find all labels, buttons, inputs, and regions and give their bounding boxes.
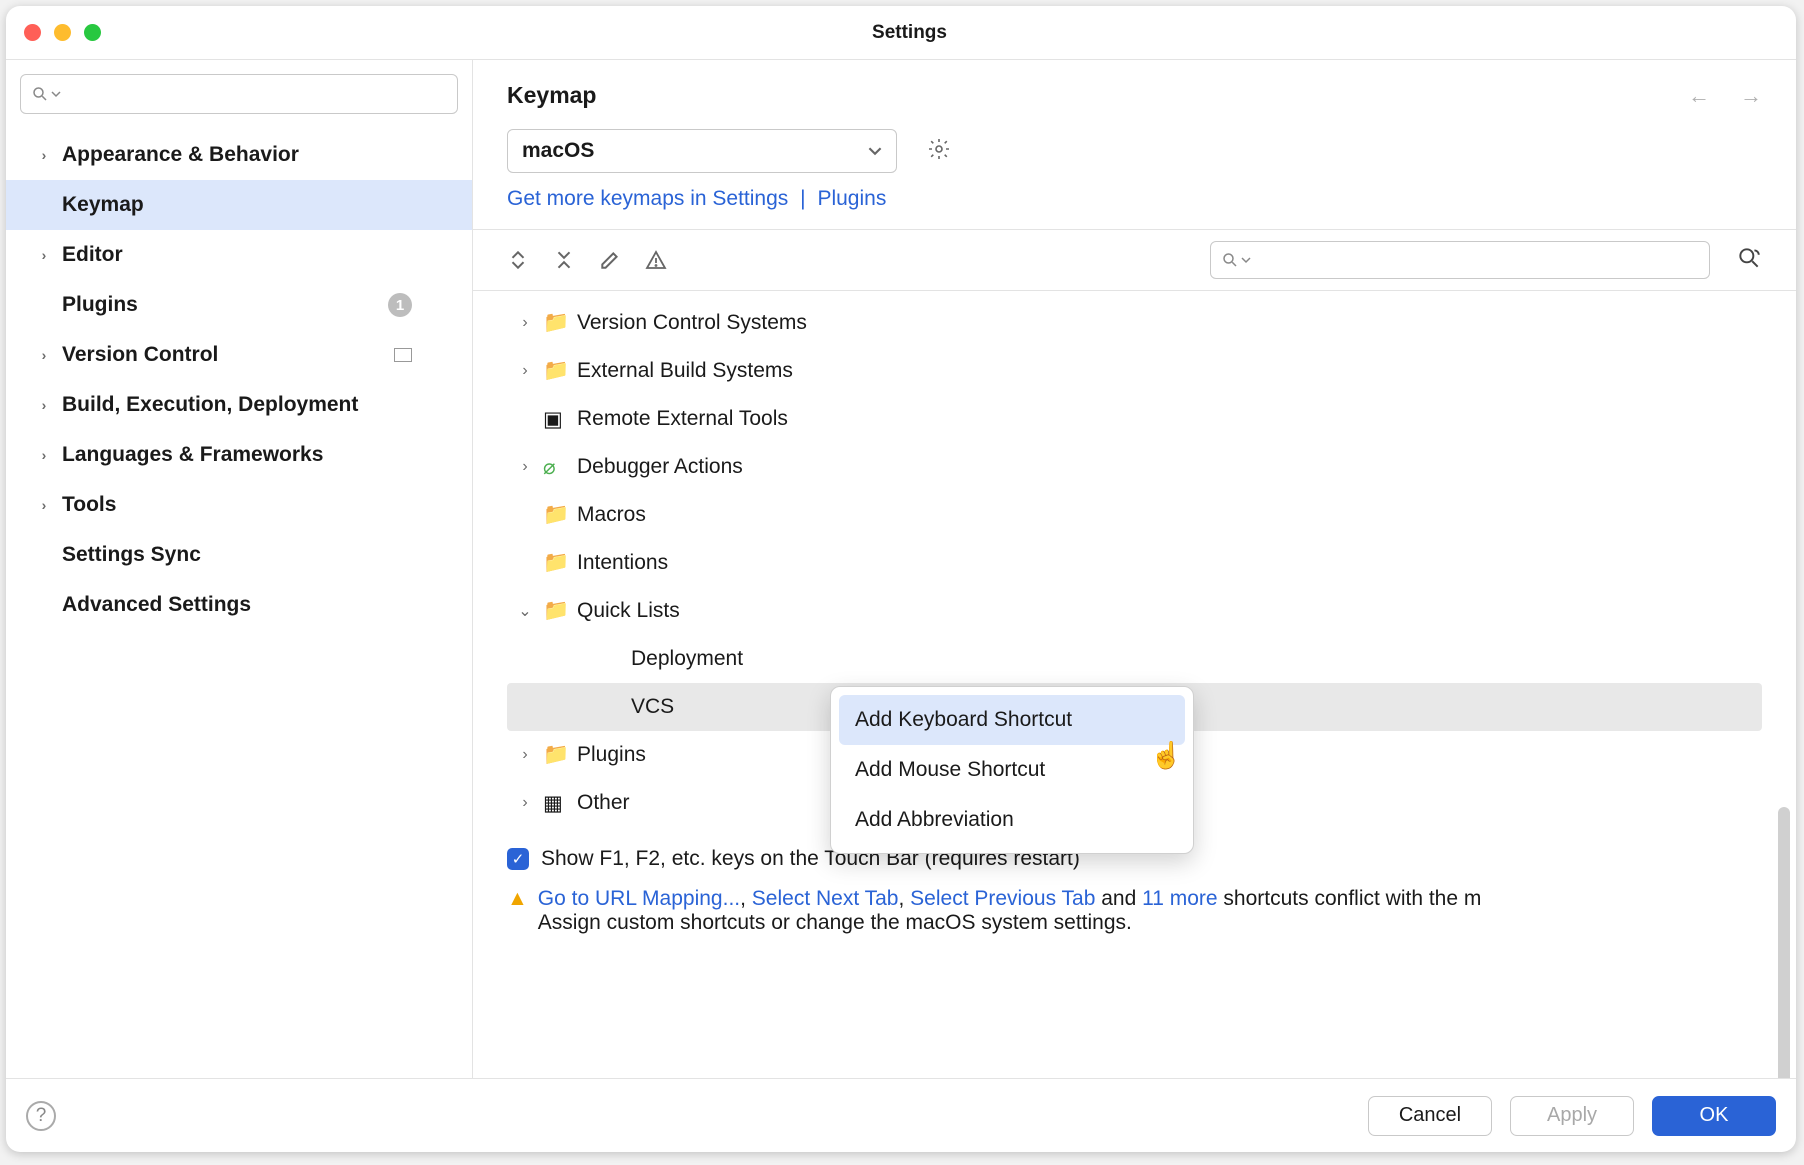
folder-icon: 📁 xyxy=(543,551,571,575)
sidebar: ›Appearance & Behavior Keymap ›Editor Pl… xyxy=(6,60,473,1078)
titlebar: Settings xyxy=(6,6,1796,60)
plugins-badge: 1 xyxy=(388,293,412,317)
sidebar-item-advanced[interactable]: Advanced Settings xyxy=(6,580,472,630)
bottom-bar: ? Cancel Apply OK xyxy=(6,1078,1796,1152)
page-title: Keymap xyxy=(507,82,1688,109)
chevron-down-icon xyxy=(51,89,61,99)
tree-row-vcs-systems[interactable]: ›📁Version Control Systems xyxy=(507,299,1762,347)
help-icon[interactable]: ? xyxy=(26,1101,56,1131)
forward-icon[interactable]: → xyxy=(1740,83,1762,109)
body: ›Appearance & Behavior Keymap ›Editor Pl… xyxy=(6,60,1796,1078)
more-keymaps-link[interactable]: Get more keymaps in Settings xyxy=(507,187,788,210)
tree-row-quicklists[interactable]: ⌄📁Quick Lists xyxy=(507,587,1762,635)
close-window-icon[interactable] xyxy=(24,24,41,41)
folder-icon: 📁 xyxy=(543,599,571,623)
zoom-window-icon[interactable] xyxy=(84,24,101,41)
chevron-down-icon xyxy=(1241,255,1251,265)
conflict-warning: Go to URL Mapping..., Select Next Tab, S… xyxy=(538,887,1482,935)
gear-icon[interactable] xyxy=(927,137,951,165)
sidebar-item-editor[interactable]: ›Editor xyxy=(6,230,472,280)
keymap-select[interactable]: macOS xyxy=(507,129,897,173)
search-icon xyxy=(31,85,49,103)
sidebar-item-plugins[interactable]: Plugins1 xyxy=(6,280,472,330)
search-icon xyxy=(1221,251,1239,269)
tree-row-remote-tools[interactable]: ▣Remote External Tools xyxy=(507,395,1762,443)
window-controls xyxy=(24,24,101,41)
cm-add-abbrev[interactable]: Add Abbreviation xyxy=(839,795,1185,845)
sidebar-item-appearance[interactable]: ›Appearance & Behavior xyxy=(6,130,472,180)
cancel-button[interactable]: Cancel xyxy=(1368,1096,1492,1136)
sidebar-item-vcs[interactable]: ›Version Control xyxy=(6,330,472,380)
sidebar-item-languages[interactable]: ›Languages & Frameworks xyxy=(6,430,472,480)
conflict-link-more[interactable]: 11 more xyxy=(1142,887,1217,910)
edit-icon[interactable] xyxy=(599,249,621,271)
sidebar-item-keymap[interactable]: Keymap xyxy=(6,180,472,230)
scrollbar[interactable] xyxy=(1778,807,1790,1078)
action-search-input[interactable] xyxy=(1210,241,1710,279)
settings-window: Settings ›Appearance & Behavior Keymap ›… xyxy=(6,6,1796,1152)
sidebar-item-build[interactable]: ›Build, Execution, Deployment xyxy=(6,380,472,430)
plugins-link[interactable]: Plugins xyxy=(817,187,886,210)
chevron-down-icon xyxy=(868,144,882,158)
touchbar-checkbox[interactable]: ✓ xyxy=(507,848,529,870)
sidebar-tree: ›Appearance & Behavior Keymap ›Editor Pl… xyxy=(6,124,472,630)
conflict-link-3[interactable]: Select Previous Tab xyxy=(910,887,1095,910)
back-icon[interactable]: ← xyxy=(1688,83,1710,109)
conflict-link-1[interactable]: Go to URL Mapping... xyxy=(538,887,740,910)
terminal-icon: ▣ xyxy=(543,407,571,432)
expand-all-icon[interactable] xyxy=(507,249,529,271)
project-scope-icon xyxy=(394,348,412,362)
action-tree: ›📁Version Control Systems ›📁External Bui… xyxy=(473,291,1796,1078)
window-title: Settings xyxy=(101,22,1778,44)
folder-icon: 📁 xyxy=(543,311,571,335)
apply-button[interactable]: Apply xyxy=(1510,1096,1634,1136)
folder-gear-icon: 📁 xyxy=(543,359,571,383)
minimize-window-icon[interactable] xyxy=(54,24,71,41)
conflict-link-2[interactable]: Select Next Tab xyxy=(752,887,899,910)
folder-icon: 📁 xyxy=(543,503,571,527)
sidebar-item-tools[interactable]: ›Tools xyxy=(6,480,472,530)
folder-icon: 📁 xyxy=(543,743,571,767)
cm-add-mouse[interactable]: Add Mouse Shortcut xyxy=(839,745,1185,795)
collapse-all-icon[interactable] xyxy=(553,249,575,271)
sidebar-item-sync[interactable]: Settings Sync xyxy=(6,530,472,580)
tree-row-external-build[interactable]: ›📁External Build Systems xyxy=(507,347,1762,395)
tree-row-deployment[interactable]: Deployment xyxy=(507,635,1762,683)
ok-button[interactable]: OK xyxy=(1652,1096,1776,1136)
tree-row-debugger[interactable]: ›⌀Debugger Actions xyxy=(507,443,1762,491)
cm-add-keyboard[interactable]: Add Keyboard Shortcut xyxy=(839,695,1185,745)
other-icon: ▦ xyxy=(543,791,571,816)
warning-triangle-icon: ▲ xyxy=(507,887,528,911)
bug-icon: ⌀ xyxy=(543,455,571,480)
tree-row-intentions[interactable]: 📁Intentions xyxy=(507,539,1762,587)
history-nav: ← → xyxy=(1688,83,1762,109)
main-panel: Keymap ← → macOS Get more keymaps in Set… xyxy=(473,60,1796,1078)
sidebar-search-input[interactable] xyxy=(20,74,458,114)
find-by-shortcut-icon[interactable] xyxy=(1736,245,1762,275)
context-menu: Add Keyboard Shortcut Add Mouse Shortcut… xyxy=(830,686,1194,854)
cursor-icon: ☝ xyxy=(1150,740,1182,771)
warning-icon[interactable] xyxy=(645,249,667,271)
toolbar xyxy=(473,229,1796,291)
tree-row-macros[interactable]: 📁Macros xyxy=(507,491,1762,539)
